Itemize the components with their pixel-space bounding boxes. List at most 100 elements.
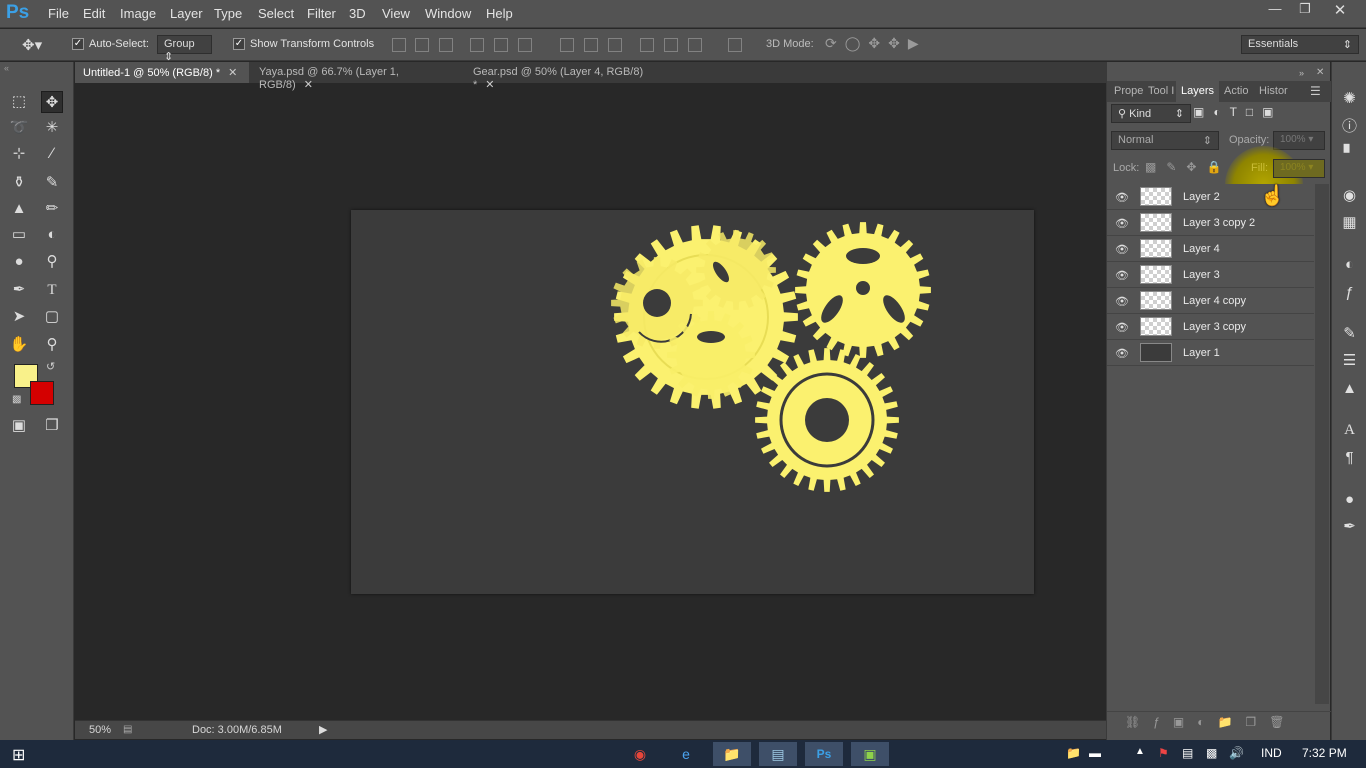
distribute-vcenter-icon[interactable] xyxy=(584,38,598,52)
tray-network-icon[interactable]: ▩ xyxy=(1206,746,1217,760)
layer-filter-dropdown[interactable]: ⚲ Kind ⇕ xyxy=(1111,104,1191,123)
ie-icon[interactable]: e xyxy=(667,742,705,766)
align-right-icon[interactable] xyxy=(518,38,532,52)
tab-layers[interactable]: Layers xyxy=(1176,81,1220,102)
eraser-tool-icon[interactable]: ▭ xyxy=(8,224,30,246)
tray-device-icon[interactable]: ▤ xyxy=(1182,746,1193,760)
auto-select-checkbox[interactable]: ✓ xyxy=(72,38,84,50)
align-vcenter-icon[interactable] xyxy=(415,38,429,52)
document-canvas[interactable] xyxy=(351,210,1034,594)
layer-name[interactable]: Layer 2 xyxy=(1183,191,1220,203)
lasso-tool-icon[interactable]: ➰ xyxy=(8,117,30,139)
menu-help[interactable]: Help xyxy=(486,6,513,21)
move-tool-icon[interactable]: ✥ xyxy=(41,91,63,113)
panel-collapse-icon[interactable]: » xyxy=(1299,68,1304,78)
visibility-eye-icon[interactable]: 👁 xyxy=(1115,321,1129,334)
distribute-hcenter-icon[interactable] xyxy=(664,38,678,52)
history-brush-tool-icon[interactable]: ✏ xyxy=(41,198,63,220)
menu-view[interactable]: View xyxy=(382,6,410,21)
layer-name[interactable]: Layer 3 copy 2 xyxy=(1183,217,1255,229)
paragraph-panel-icon[interactable]: ¶ xyxy=(1340,448,1359,467)
tray-folder-icon[interactable]: 📁 xyxy=(1066,746,1081,760)
tray-clock[interactable]: 7:32 PM xyxy=(1302,746,1347,760)
panel-menu-icon[interactable]: ☰ xyxy=(1310,84,1321,98)
menu-window[interactable]: Window xyxy=(425,6,471,21)
3d-mode-icons[interactable]: ⟳◯✥✥▶ xyxy=(825,35,927,52)
restore-icon[interactable]: ❐ xyxy=(1290,1,1320,21)
adjustments-panel-icon[interactable]: ◐ xyxy=(1340,255,1359,274)
tab-gear[interactable]: Gear.psd @ 50% (Layer 4, RGB/8) * ✕ xyxy=(465,62,675,91)
tab-tool-presets[interactable]: Tool I xyxy=(1143,81,1179,102)
tray-overflow-icon[interactable]: ▲ xyxy=(1135,746,1145,757)
workspace-dropdown[interactable]: Essentials ⇕ xyxy=(1241,35,1359,54)
fill-field[interactable]: 100% ▾ xyxy=(1273,159,1325,178)
distribute-right-icon[interactable] xyxy=(688,38,702,52)
chrome-icon[interactable]: ◉ xyxy=(621,742,659,766)
crop-tool-icon[interactable]: ⊹ xyxy=(8,143,30,165)
menu-3d[interactable]: 3D xyxy=(349,6,366,21)
layer-name[interactable]: Layer 4 xyxy=(1183,243,1220,255)
layer-footer-icons[interactable]: ⛓ƒ▣◐📁❐🗑 xyxy=(1125,715,1297,729)
show-transform-checkbox[interactable]: ✓ xyxy=(233,38,245,50)
menu-layer[interactable]: Layer xyxy=(170,6,203,21)
layer-name[interactable]: Layer 3 xyxy=(1183,269,1220,281)
screen-mode-icon[interactable]: ❐ xyxy=(41,415,63,437)
type-tool-icon[interactable]: T xyxy=(41,279,63,301)
quick-mask-icon[interactable]: ▣ xyxy=(8,415,30,437)
visibility-eye-icon[interactable]: 👁 xyxy=(1115,347,1129,360)
rectangle-tool-icon[interactable]: ▢ xyxy=(41,306,63,328)
menu-filter[interactable]: Filter xyxy=(307,6,336,21)
brush-presets-icon[interactable]: ☰ xyxy=(1340,351,1359,370)
align-left-icon[interactable] xyxy=(470,38,484,52)
healing-brush-tool-icon[interactable]: ⚱ xyxy=(8,172,30,194)
notepad-icon[interactable]: ▤ xyxy=(759,742,797,766)
visibility-eye-icon[interactable]: 👁 xyxy=(1115,243,1129,256)
collapse-arrows-icon[interactable]: « xyxy=(4,63,9,73)
color-panel-icon[interactable]: ◉ xyxy=(1340,186,1359,205)
brush-panel-icon[interactable]: ✎ xyxy=(1340,324,1359,343)
layer-name[interactable]: Layer 1 xyxy=(1183,347,1220,359)
visibility-eye-icon[interactable]: 👁 xyxy=(1115,269,1129,282)
windows-start-icon[interactable]: ⊞ xyxy=(12,745,25,765)
visibility-eye-icon[interactable]: 👁 xyxy=(1115,217,1129,230)
marquee-tool-icon[interactable]: ⬚ xyxy=(8,91,30,113)
tray-language[interactable]: IND xyxy=(1261,746,1282,760)
zoom-tool-icon[interactable]: ⚲ xyxy=(41,334,63,356)
magic-wand-tool-icon[interactable]: ✳ xyxy=(41,117,63,139)
path-selection-tool-icon[interactable]: ➤ xyxy=(8,306,30,328)
tab-untitled-1[interactable]: Untitled-1 @ 50% (RGB/8) * ✕ xyxy=(75,62,249,83)
pen-tool-icon[interactable]: ✒ xyxy=(8,279,30,301)
3d-panel-icon[interactable]: ✺ xyxy=(1340,89,1359,108)
default-colors-icon[interactable]: ▩ xyxy=(12,394,21,405)
close-icon[interactable]: ✕ xyxy=(1325,1,1355,21)
layer-row[interactable]: 👁 Layer 3 xyxy=(1107,262,1314,288)
close-tab-icon[interactable]: ✕ xyxy=(228,67,237,79)
blur-tool-icon[interactable]: ● xyxy=(8,251,30,273)
clone-source-icon[interactable]: ▲ xyxy=(1340,379,1359,398)
swap-colors-icon[interactable]: ↺ xyxy=(46,360,55,373)
tab-actions[interactable]: Actio xyxy=(1219,81,1253,102)
status-menu-arrow-icon[interactable]: ▶ xyxy=(319,723,327,736)
close-tab-icon[interactable]: ✕ xyxy=(304,79,313,91)
move-tool-icon[interactable]: ✥▾ xyxy=(22,36,42,54)
auto-select-target-dropdown[interactable]: Group ⇕ xyxy=(157,35,212,63)
styles-panel-icon[interactable]: ƒ xyxy=(1340,283,1359,302)
menu-file[interactable]: File xyxy=(48,6,69,21)
tab-yaya[interactable]: Yaya.psd @ 66.7% (Layer 1, RGB/8) ✕ xyxy=(251,62,461,91)
distribute-left-icon[interactable] xyxy=(640,38,654,52)
photoshop-icon[interactable]: Ps xyxy=(805,742,843,766)
tray-volume-icon[interactable]: 🔊 xyxy=(1229,746,1244,760)
layers-scrollbar[interactable] xyxy=(1315,184,1329,704)
layer-filter-icons[interactable]: ▣◐T□▣ xyxy=(1193,105,1283,119)
explorer-icon[interactable]: 📁 xyxy=(713,742,751,766)
character-panel-icon[interactable]: A xyxy=(1340,421,1359,440)
zoom-level[interactable]: 50% xyxy=(89,724,111,736)
tray-flag-icon[interactable]: ⚑ xyxy=(1158,746,1169,760)
layer-name[interactable]: Layer 3 copy xyxy=(1183,321,1246,333)
dodge-tool-icon[interactable]: ⚲ xyxy=(41,251,63,273)
eyedropper-tool-icon[interactable]: ∕ xyxy=(41,143,63,165)
visibility-eye-icon[interactable]: 👁 xyxy=(1115,295,1129,308)
tab-history[interactable]: Histor xyxy=(1254,81,1293,102)
tray-drive-icon[interactable]: ▬ xyxy=(1089,746,1101,760)
opacity-field[interactable]: 100% ▾ xyxy=(1273,131,1325,150)
